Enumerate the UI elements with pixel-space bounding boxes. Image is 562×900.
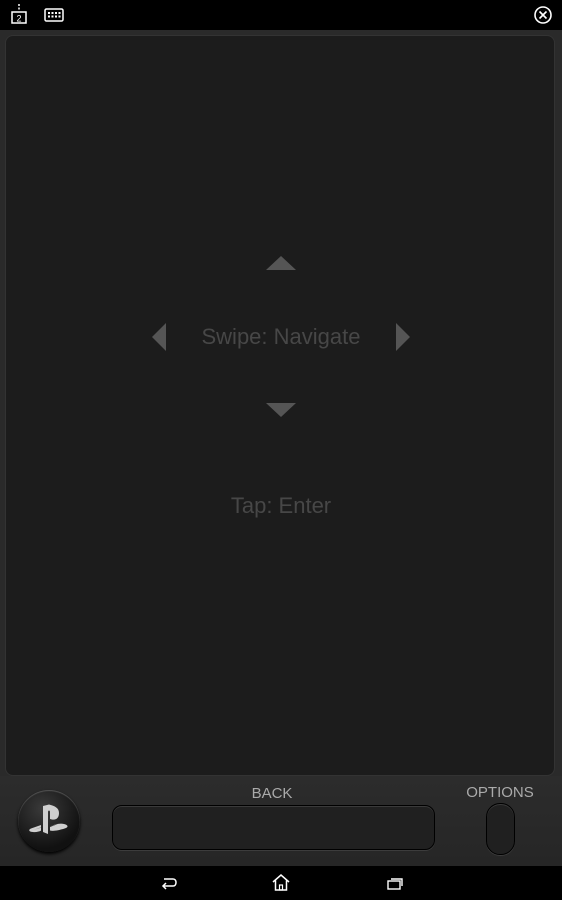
second-screen-icon[interactable]: 2	[9, 4, 29, 29]
tap-hint: Tap: Enter	[230, 493, 332, 518]
arrow-left-icon	[151, 322, 167, 357]
playstation-logo-icon	[29, 804, 68, 834]
ps-button[interactable]	[18, 790, 80, 852]
back-button[interactable]	[112, 805, 435, 850]
top-bar: 2	[0, 0, 562, 30]
arrow-down-icon	[265, 402, 297, 423]
options-label: OPTIONS	[466, 784, 534, 801]
options-button[interactable]	[486, 803, 515, 855]
home-nav-icon[interactable]	[272, 874, 290, 896]
recents-nav-icon[interactable]	[387, 877, 404, 895]
arrow-right-icon	[395, 322, 411, 357]
close-icon[interactable]	[533, 5, 553, 30]
screen-number: 2	[16, 14, 21, 24]
arrow-up-icon	[265, 255, 297, 276]
back-label: BACK	[251, 785, 293, 802]
system-nav-bar	[0, 866, 562, 900]
swipe-hint: Swipe: Navigate	[201, 324, 361, 349]
back-nav-icon[interactable]	[159, 876, 177, 895]
keyboard-icon[interactable]	[44, 8, 64, 27]
